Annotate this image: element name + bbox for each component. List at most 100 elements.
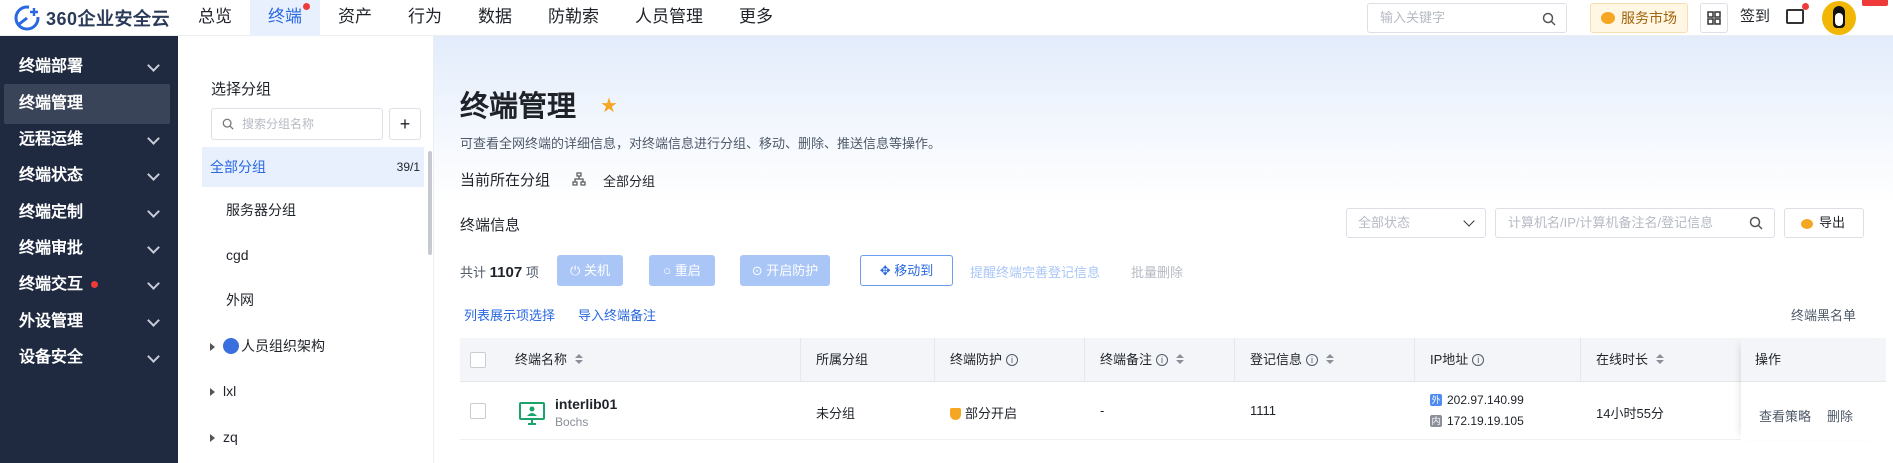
delete-link[interactable]: 删除 — [1827, 406, 1853, 425]
column-header-register[interactable]: 登记信息 i — [1250, 338, 1335, 382]
group-item-label: lxl — [223, 383, 237, 399]
export-icon — [1801, 219, 1813, 229]
status-filter-select[interactable]: 全部状态 — [1346, 208, 1486, 238]
global-search-input[interactable]: 输入关键字 — [1367, 3, 1567, 33]
export-button[interactable]: 导出 — [1784, 208, 1864, 238]
import-notes-link[interactable]: 导入终端备注 — [578, 305, 656, 324]
sort-icon[interactable] — [1176, 352, 1185, 366]
info-icon[interactable]: i — [1472, 353, 1485, 366]
expand-icon[interactable] — [210, 343, 215, 352]
column-header-online[interactable]: 在线时长 — [1596, 338, 1665, 382]
info-icon[interactable]: i — [1006, 353, 1019, 366]
chevron-down-icon — [147, 241, 160, 254]
nav-item-behavior[interactable]: 行为 — [390, 0, 460, 36]
sort-icon[interactable] — [575, 352, 584, 366]
column-header-note[interactable]: 终端备注 i — [1100, 338, 1185, 382]
table-header: 终端名称 所属分组 终端防护 i 终端备注 i 登记信息 i IP地址 i 在线时长 — [460, 338, 1886, 382]
column-separator — [1234, 338, 1235, 382]
nav-item-data[interactable]: 数据 — [460, 0, 530, 36]
expand-icon[interactable] — [210, 434, 215, 443]
avatar-figure-belly — [1835, 13, 1843, 26]
brand-logo[interactable]: 360企业安全云 — [14, 4, 170, 32]
column-header-group: 所属分组 — [816, 352, 869, 367]
sidebar-item-deploy[interactable]: 终端部署 — [0, 47, 178, 87]
page-description: 可查看全网终端的详细信息，对终端信息进行分组、移动、删除、推送信息等操作。 — [460, 136, 942, 151]
move-to-button[interactable]: ✥ 移动到 — [860, 255, 953, 286]
current-group-label: 当前所在分组 — [460, 172, 551, 189]
expand-icon[interactable] — [210, 388, 215, 397]
sidebar-item-peripherals[interactable]: 外设管理 — [0, 302, 178, 342]
external-ip-tag: 外 — [1430, 393, 1442, 406]
sidebar-item-customize[interactable]: 终端定制 — [0, 193, 178, 233]
sidebar-item-label: 终端审批 — [19, 240, 84, 257]
table-row[interactable]: interlib01 Bochs 未分组 部分开启 - 1111 外 202.97… — [460, 382, 1886, 440]
terminal-subtitle: Bochs — [555, 415, 589, 429]
sidebar-item-device-security[interactable]: 设备安全 — [0, 338, 178, 378]
group-item-server[interactable]: 服务器分组 — [202, 190, 424, 230]
nav-item-terminal[interactable]: 终端 — [250, 0, 320, 36]
status-filter-value: 全部状态 — [1358, 215, 1411, 230]
group-item-cgd[interactable]: cgd — [202, 235, 424, 275]
avatar[interactable] — [1822, 1, 1856, 35]
group-search-input[interactable]: 搜索分组名称 — [211, 108, 383, 140]
nav-item-more[interactable]: 更多 — [721, 0, 791, 36]
column-separator — [800, 338, 801, 382]
nav-item-anti-ransomware[interactable]: 防勒索 — [530, 0, 617, 36]
info-icon[interactable]: i — [1156, 353, 1169, 366]
sidebar-item-remote-ops[interactable]: 远程运维 — [0, 120, 178, 160]
column-header-name[interactable]: 终端名称 — [515, 338, 584, 382]
shutdown-button[interactable]: ⏻ 关机 — [557, 255, 623, 286]
service-market-icon — [1601, 12, 1615, 24]
grid-icon — [1707, 11, 1721, 25]
enable-protection-button[interactable]: ⊙ 开启防护 — [740, 255, 830, 286]
remind-register-link[interactable]: 提醒终端完善登记信息 — [970, 262, 1100, 281]
restart-button[interactable]: ○ 重启 — [649, 255, 715, 286]
sidebar-item-approval[interactable]: 终端审批 — [0, 229, 178, 269]
batch-delete-link[interactable]: 批量删除 — [1131, 262, 1183, 281]
total-prefix: 共计 — [460, 265, 487, 280]
group-item-zq[interactable]: zq — [202, 417, 424, 457]
select-all-checkbox[interactable] — [470, 352, 486, 368]
org-icon — [223, 338, 239, 355]
row-checkbox[interactable] — [470, 403, 486, 419]
monitor-icon — [519, 402, 545, 425]
terminal-search-input[interactable]: 计算机名/IP/计算机备注名/登记信息 — [1495, 208, 1775, 238]
apps-grid-button[interactable] — [1700, 3, 1728, 33]
nav-item-overview[interactable]: 总览 — [180, 0, 250, 36]
sidebar-item-status[interactable]: 终端状态 — [0, 156, 178, 196]
group-item-label: cgd — [226, 247, 249, 263]
view-policy-link[interactable]: 查看策略 — [1759, 406, 1811, 425]
nav-item-personnel[interactable]: 人员管理 — [617, 0, 721, 36]
sidebar-item-label: 终端状态 — [19, 167, 84, 184]
sidebar-item-terminal-management[interactable]: 终端管理 — [4, 84, 170, 124]
total-count: 共计 1107 项 — [460, 262, 539, 281]
search-icon[interactable] — [1749, 216, 1763, 230]
group-item-extranet[interactable]: 外网 — [202, 280, 424, 320]
terminal-name[interactable]: interlib01 — [555, 396, 617, 412]
signin-button[interactable]: 签到 — [1740, 0, 1770, 36]
info-icon[interactable]: i — [1306, 353, 1319, 366]
restart-icon: ○ — [663, 263, 672, 278]
brand-name: 360企业安全云 — [46, 9, 171, 29]
favorite-star-icon[interactable]: ★ — [600, 93, 618, 118]
add-group-button[interactable]: + — [389, 108, 421, 140]
group-item-label: 服务器分组 — [226, 202, 296, 218]
sidebar-item-interaction[interactable]: 终端交互 — [0, 265, 178, 305]
nav-item-assets[interactable]: 资产 — [320, 0, 390, 36]
group-item-org[interactable]: 人员组织架构 — [202, 326, 424, 366]
blacklist-link[interactable]: 终端黑名单 — [1791, 305, 1856, 324]
chevron-down-icon — [147, 168, 160, 181]
group-item-all[interactable]: 全部分组 39/1 — [202, 147, 424, 187]
group-panel-scrollbar[interactable] — [428, 151, 432, 255]
list-display-options-link[interactable]: 列表展示项选择 — [464, 305, 555, 324]
protection-value: 部分开启 — [965, 406, 1018, 421]
group-item-lxl[interactable]: lxl — [202, 371, 424, 411]
sort-icon[interactable] — [1656, 352, 1665, 366]
sort-icon[interactable] — [1326, 352, 1335, 366]
move-icon: ✥ — [879, 263, 891, 278]
search-icon[interactable] — [1542, 12, 1556, 26]
protection-icon: ⊙ — [751, 263, 763, 278]
total-suffix: 项 — [525, 265, 539, 280]
mail-icon[interactable] — [1786, 9, 1804, 24]
service-market-button[interactable]: 服务市场 — [1590, 3, 1688, 33]
